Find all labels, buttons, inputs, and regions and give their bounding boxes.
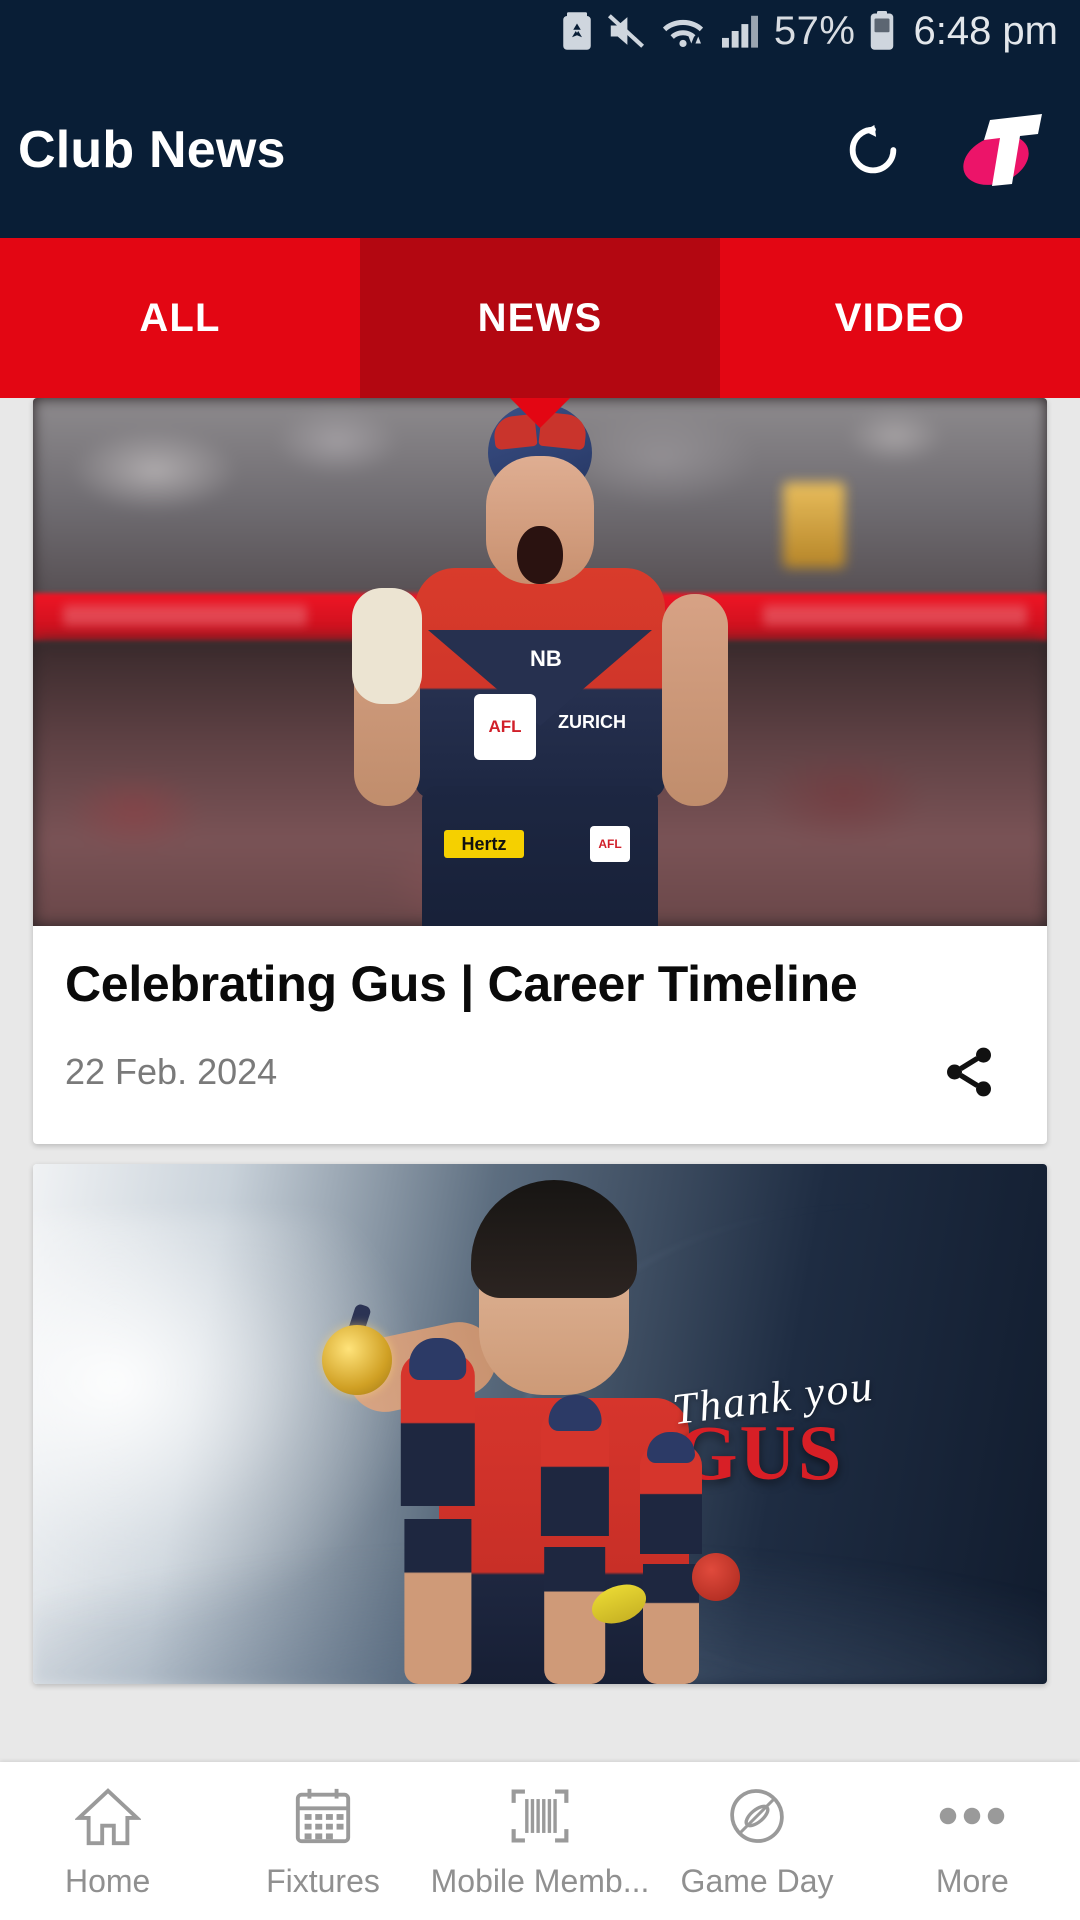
news-card-date: 22 Feb. 2024 [65,1051,278,1092]
news-filter-tabs: ALL NEWS VIDEO [0,238,1080,398]
news-card-image[interactable]: NB AFL ZURICH Hertz AFL [33,398,1047,926]
refresh-icon[interactable] [838,115,908,185]
barcode-icon [508,1783,572,1849]
battery-icon [869,11,895,51]
app-screen: 57% 6:48 pm Club News ALL NEWS VIDEO NB … [0,0,1080,1920]
tab-video[interactable]: VIDEO [720,238,1080,398]
news-card[interactable]: Thank you GUS [33,1164,1047,1684]
nav-label-fixtures: Fixtures [266,1862,380,1899]
mute-icon [606,13,646,49]
clock-label: 6:48 pm [913,8,1058,53]
calendar-icon [292,1783,354,1849]
brand-badge-nb: NB [530,646,562,671]
sponsor-badge-hertz: Hertz [444,830,524,858]
bottom-navigation-bar: Home Fixtures Mobile Memb... Game Day Mo… [0,1762,1080,1920]
nav-label-more: More [935,1862,1009,1899]
news-card-title: Celebrating Gus | Career Timeline [65,956,858,1012]
nav-item-fixtures[interactable]: Fixtures [215,1783,430,1900]
news-card-body: Celebrating Gus | Career Timeline 22 Feb… [33,926,1047,1144]
sponsor-badge-zurich: ZURICH [558,711,626,732]
active-tab-pointer-icon [510,398,570,428]
more-dots-icon [937,1783,1007,1849]
hero-image-tribute: Thank you GUS [33,1164,1047,1684]
news-feed-list[interactable]: NB AFL ZURICH Hertz AFL Celebrating Gus … [0,398,1080,1762]
hero-image-player: NB AFL ZURICH Hertz AFL [33,398,1047,926]
nav-item-game-day[interactable]: Game Day [649,1783,864,1900]
news-card-image[interactable]: Thank you GUS [33,1164,1047,1684]
player-cutout [520,1395,630,1684]
battery-percent-label: 57% [773,8,856,53]
signal-icon [720,13,760,49]
battery-saver-icon [562,12,592,50]
app-bar: Club News [0,62,1080,238]
tab-all[interactable]: ALL [0,238,360,398]
afl-badge: AFL [474,694,536,760]
football-icon [725,1783,789,1849]
nav-item-more[interactable]: More [865,1783,1080,1900]
tab-news[interactable]: NEWS [360,238,720,398]
football-icon [692,1552,741,1601]
nav-label-home: Home [64,1862,151,1899]
telstra-logo[interactable] [954,108,1046,192]
nav-label-game-day: Game Day [680,1862,834,1899]
home-icon [74,1783,141,1849]
status-bar: 57% 6:48 pm [0,0,1080,62]
wifi-icon [660,13,706,49]
news-card-meta: 22 Feb. 2024 [65,1040,1015,1104]
app-bar-actions [838,108,1046,192]
nav-item-home[interactable]: Home [0,1783,215,1900]
page-title: Club News [18,121,286,179]
share-icon[interactable] [937,1040,1001,1104]
news-card[interactable]: NB AFL ZURICH Hertz AFL Celebrating Gus … [33,398,1047,1144]
nav-item-mobile-membership[interactable]: Mobile Memb... [430,1783,650,1900]
nav-label-mobile-membership: Mobile Memb... [430,1862,650,1899]
player-cutout [378,1337,498,1684]
afl-badge-shorts: AFL [590,826,630,862]
